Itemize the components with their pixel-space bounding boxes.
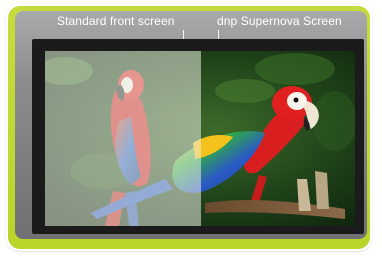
- supernova-screen-label: dnp Supernova Screen: [217, 14, 342, 28]
- standard-screen-washout-overlay: [45, 51, 201, 226]
- standard-screen-label: Standard front screen: [57, 14, 175, 28]
